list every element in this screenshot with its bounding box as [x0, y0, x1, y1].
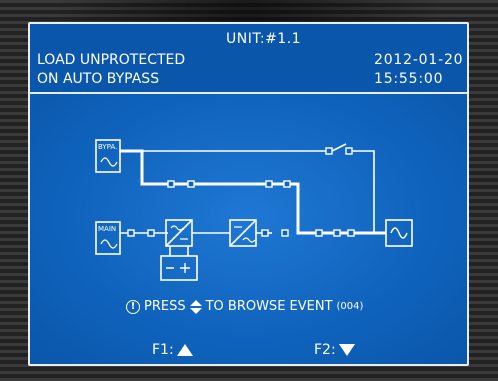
status-header: UNIT:#1.1 LOAD UNPROTECTED ON AUTO BYPAS… [30, 24, 467, 94]
info-icon: ! [126, 299, 140, 314]
f1-label: F1: [152, 342, 174, 358]
time-readout: 15:55:00 [374, 71, 444, 87]
static-bypass-path [120, 149, 300, 214]
press-label: PRESS [144, 299, 186, 314]
status-line-2: ON AUTO BYPASS [37, 71, 160, 87]
main-label: MAIN [98, 225, 116, 233]
load-output-block [385, 219, 413, 247]
down-triangle-icon [338, 344, 355, 356]
status-line-1: LOAD UNPROTECTED [37, 52, 186, 68]
date-readout: 2012-01-20 [374, 52, 464, 68]
inverter-block [229, 219, 257, 247]
unit-label: UNIT:#1.1 [226, 31, 302, 47]
browse-event-label: TO BROWSE EVENT [205, 299, 333, 314]
lcd-screen: UNIT:#1.1 LOAD UNPROTECTED ON AUTO BYPAS… [28, 22, 469, 366]
event-count: (004) [336, 301, 364, 312]
up-triangle-icon [176, 344, 193, 356]
bypass-label: BYPA. [98, 143, 117, 151]
browse-event-prompt: ! PRESS TO BROWSE EVENT (004) [126, 299, 363, 314]
ups-mimic-diagram: BYPA. MAIN [95, 139, 413, 281]
rectifier-block [165, 219, 193, 247]
f2-key-hint[interactable]: F2: [314, 342, 355, 358]
inverter-output-path [256, 229, 289, 237]
f1-key-hint[interactable]: F1: [152, 342, 193, 358]
mimic-diagram-panel: BYPA. MAIN ! PRESS TO BROWSE EVENT (004)… [30, 94, 467, 364]
f2-label: F2: [314, 342, 336, 358]
main-power-path [120, 229, 168, 237]
up-down-arrows-icon [189, 299, 202, 314]
output-bus [296, 214, 386, 237]
battery-block [160, 246, 198, 281]
